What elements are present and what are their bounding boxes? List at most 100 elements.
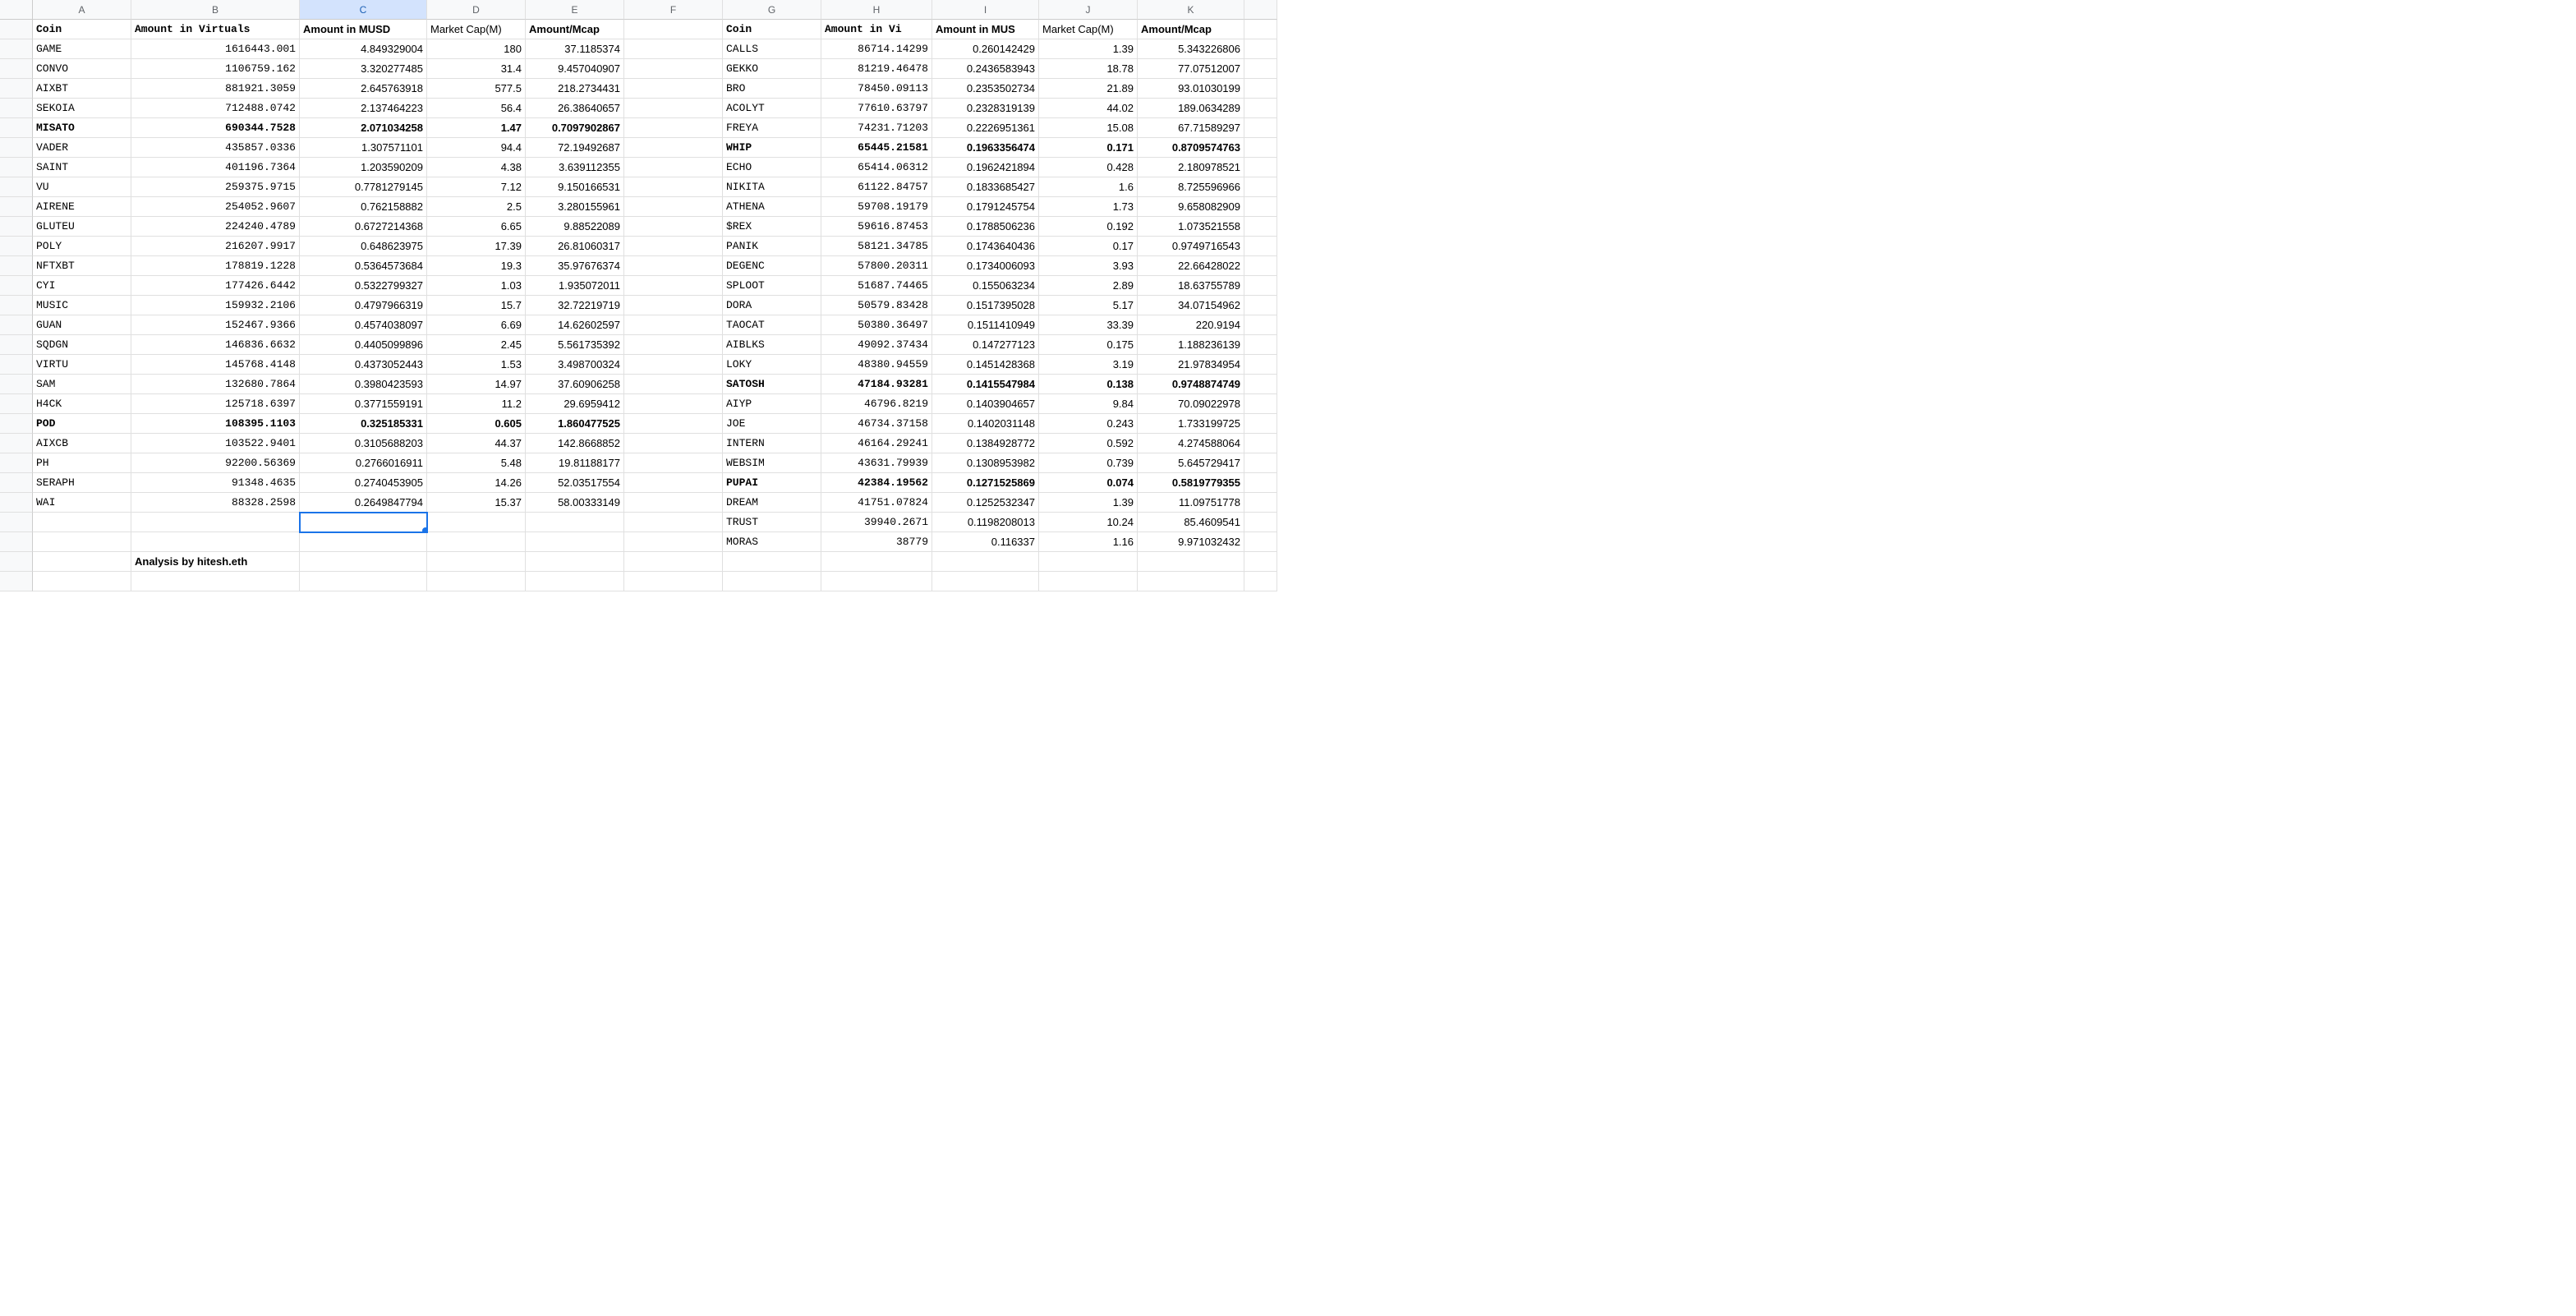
data-cell[interactable]: 46734.37158	[821, 414, 932, 434]
data-cell[interactable]: 2.137464223	[300, 99, 427, 118]
data-cell[interactable]: 224240.4789	[131, 217, 300, 237]
data-cell[interactable]: 0.5364573684	[300, 256, 427, 276]
data-cell[interactable]: 14.97	[427, 375, 526, 394]
data-cell[interactable]: 1.733199725	[1138, 414, 1244, 434]
data-cell[interactable]: DEGENC	[723, 256, 821, 276]
data-cell[interactable]: 15.37	[427, 493, 526, 513]
data-cell[interactable]: MISATO	[33, 118, 131, 138]
spreadsheet-grid[interactable]: ABCDEFGHIJKCoinAmount in VirtualsAmount …	[0, 0, 2576, 591]
data-cell[interactable]: 401196.7364	[131, 158, 300, 177]
data-cell[interactable]: POD	[33, 414, 131, 434]
data-cell[interactable]: 0.3105688203	[300, 434, 427, 453]
data-cell[interactable]: 5.343226806	[1138, 39, 1244, 59]
data-cell[interactable]: 2.071034258	[300, 118, 427, 138]
data-cell[interactable]: 6.65	[427, 217, 526, 237]
data-cell[interactable]: 103522.9401	[131, 434, 300, 453]
data-cell[interactable]: AIBLKS	[723, 335, 821, 355]
data-cell[interactable]: POLY	[33, 237, 131, 256]
row-header[interactable]	[0, 217, 33, 237]
header-cell[interactable]: Amount in MUS	[932, 20, 1039, 39]
data-cell[interactable]: 50380.36497	[821, 315, 932, 335]
data-cell[interactable]: SERAPH	[33, 473, 131, 493]
data-cell[interactable]: 216207.9917	[131, 237, 300, 256]
data-cell[interactable]: DREAM	[723, 493, 821, 513]
data-cell[interactable]: 44.02	[1039, 99, 1138, 118]
header-cell[interactable]	[624, 20, 723, 39]
header-cell[interactable]: Market Cap(M)	[1039, 20, 1138, 39]
data-cell[interactable]: 0.116337	[932, 532, 1039, 552]
row-header[interactable]	[0, 434, 33, 453]
data-cell[interactable]: 177426.6442	[131, 276, 300, 296]
data-cell[interactable]: 218.2734431	[526, 79, 624, 99]
data-cell[interactable]: 180	[427, 39, 526, 59]
header-cell[interactable]: Amount/Mcap	[1138, 20, 1244, 39]
data-cell[interactable]: 690344.7528	[131, 118, 300, 138]
data-cell[interactable]: 22.66428022	[1138, 256, 1244, 276]
footer-note[interactable]: Analysis by hitesh.eth	[131, 552, 300, 572]
data-cell[interactable]: 72.19492687	[526, 138, 624, 158]
column-header-G[interactable]: G	[723, 0, 821, 20]
data-cell[interactable]: 0.9748874749	[1138, 375, 1244, 394]
column-header-K[interactable]: K	[1138, 0, 1244, 20]
data-cell[interactable]: 38779	[821, 532, 932, 552]
row-header[interactable]	[0, 552, 33, 572]
data-cell[interactable]: 0.192	[1039, 217, 1138, 237]
data-cell[interactable]: 145768.4148	[131, 355, 300, 375]
data-cell[interactable]: 94.4	[427, 138, 526, 158]
data-cell[interactable]: 15.7	[427, 296, 526, 315]
data-cell[interactable]: 85.4609541	[1138, 513, 1244, 532]
data-cell[interactable]: 108395.1103	[131, 414, 300, 434]
data-cell[interactable]: 1.307571101	[300, 138, 427, 158]
header-cell[interactable]: Amount in Virtuals	[131, 20, 300, 39]
data-cell[interactable]: WAI	[33, 493, 131, 513]
data-cell[interactable]: 3.639112355	[526, 158, 624, 177]
data-cell[interactable]: 47184.93281	[821, 375, 932, 394]
data-cell[interactable]: 19.3	[427, 256, 526, 276]
data-cell[interactable]: 5.561735392	[526, 335, 624, 355]
data-cell[interactable]: 3.320277485	[300, 59, 427, 79]
data-cell[interactable]: 0.1962421894	[932, 158, 1039, 177]
data-cell[interactable]: NFTXBT	[33, 256, 131, 276]
data-cell[interactable]: 15.08	[1039, 118, 1138, 138]
data-cell[interactable]: 18.63755789	[1138, 276, 1244, 296]
data-cell[interactable]: 0.2649847794	[300, 493, 427, 513]
data-cell[interactable]: 0.1963356474	[932, 138, 1039, 158]
data-cell[interactable]: 5.48	[427, 453, 526, 473]
data-cell[interactable]: 0.1791245754	[932, 197, 1039, 217]
row-header[interactable]	[0, 473, 33, 493]
column-header-D[interactable]: D	[427, 0, 526, 20]
data-cell[interactable]: 0.2328319139	[932, 99, 1039, 118]
data-cell[interactable]: 1.203590209	[300, 158, 427, 177]
data-cell[interactable]: 9.150166531	[526, 177, 624, 197]
data-cell[interactable]: 92200.56369	[131, 453, 300, 473]
data-cell[interactable]: ACOLYT	[723, 99, 821, 118]
data-cell[interactable]: TAOCAT	[723, 315, 821, 335]
data-cell[interactable]: 1.935072011	[526, 276, 624, 296]
data-cell[interactable]: 435857.0336	[131, 138, 300, 158]
data-cell[interactable]: 26.81060317	[526, 237, 624, 256]
data-cell[interactable]: 52.03517554	[526, 473, 624, 493]
row-header[interactable]	[0, 59, 33, 79]
data-cell[interactable]: CONVO	[33, 59, 131, 79]
data-cell[interactable]: 178819.1228	[131, 256, 300, 276]
data-cell[interactable]: 0.4373052443	[300, 355, 427, 375]
data-cell[interactable]: WHIP	[723, 138, 821, 158]
data-cell[interactable]: ATHENA	[723, 197, 821, 217]
data-cell[interactable]: 42384.19562	[821, 473, 932, 493]
data-cell[interactable]: 1616443.001	[131, 39, 300, 59]
data-cell[interactable]: 0.1788506236	[932, 217, 1039, 237]
column-header-B[interactable]: B	[131, 0, 300, 20]
data-cell[interactable]: 48380.94559	[821, 355, 932, 375]
data-cell[interactable]: 0.1743640436	[932, 237, 1039, 256]
data-cell[interactable]: 1.03	[427, 276, 526, 296]
data-cell[interactable]: VIRTU	[33, 355, 131, 375]
data-cell[interactable]: ECHO	[723, 158, 821, 177]
row-header[interactable]	[0, 394, 33, 414]
data-cell[interactable]: 0.4797966319	[300, 296, 427, 315]
data-cell[interactable]: 8.725596966	[1138, 177, 1244, 197]
row-header[interactable]	[0, 315, 33, 335]
data-cell[interactable]: 9.658082909	[1138, 197, 1244, 217]
data-cell[interactable]: 0.2353502734	[932, 79, 1039, 99]
data-cell[interactable]: 5.645729417	[1138, 453, 1244, 473]
data-cell[interactable]: GEKKO	[723, 59, 821, 79]
